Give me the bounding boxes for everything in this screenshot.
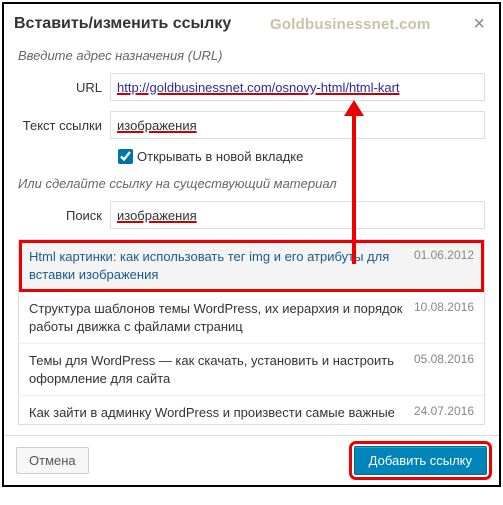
newtab-row: Открывать в новой вкладке bbox=[18, 149, 485, 164]
newtab-label: Открывать в новой вкладке bbox=[137, 149, 303, 164]
existing-hint: Или сделайте ссылку на существующий мате… bbox=[18, 176, 485, 191]
search-results[interactable]: Html картинки: как использовать тег img … bbox=[18, 239, 485, 425]
add-link-button[interactable]: Добавить ссылку bbox=[354, 446, 487, 475]
result-row[interactable]: Темы для WordPress — как скачать, устано… bbox=[19, 344, 484, 396]
link-text-row: Текст ссылки bbox=[18, 111, 485, 139]
result-date: 05.08.2016 bbox=[414, 352, 474, 387]
result-date: 24.07.2016 bbox=[414, 404, 474, 425]
dialog-footer: Отмена Добавить ссылку bbox=[4, 435, 499, 485]
result-row[interactable]: Структура шаблонов темы WordPress, их ие… bbox=[19, 292, 484, 344]
url-label: URL bbox=[18, 80, 110, 95]
result-title: Темы для WordPress — как скачать, устано… bbox=[29, 352, 404, 387]
search-row: Поиск bbox=[18, 201, 485, 229]
result-row[interactable]: Html картинки: как использовать тег img … bbox=[19, 240, 484, 292]
url-row: URL bbox=[18, 73, 485, 101]
newtab-checkbox[interactable] bbox=[118, 149, 133, 164]
result-date: 01.06.2012 bbox=[414, 248, 474, 283]
url-hint: Введите адрес назначения (URL) bbox=[18, 48, 485, 63]
link-text-input[interactable] bbox=[110, 111, 485, 139]
cancel-button[interactable]: Отмена bbox=[16, 447, 89, 474]
link-dialog: Вставить/изменить ссылку Goldbusinessnet… bbox=[2, 2, 501, 487]
result-date: 10.08.2016 bbox=[414, 300, 474, 335]
dialog-header: Вставить/изменить ссылку Goldbusinessnet… bbox=[4, 4, 499, 38]
result-title: Как зайти в админку WordPress и произвес… bbox=[29, 404, 404, 425]
result-title: Html картинки: как использовать тег img … bbox=[29, 248, 404, 283]
search-input[interactable] bbox=[110, 201, 485, 229]
search-label: Поиск bbox=[18, 208, 110, 223]
result-row[interactable]: Как зайти в админку WordPress и произвес… bbox=[19, 396, 484, 425]
dialog-title: Вставить/изменить ссылку bbox=[14, 15, 231, 33]
dialog-body: Введите адрес назначения (URL) URL Текст… bbox=[4, 38, 499, 435]
result-title: Структура шаблонов темы WordPress, их ие… bbox=[29, 300, 404, 335]
close-icon[interactable]: × bbox=[469, 14, 489, 34]
link-text-label: Текст ссылки bbox=[18, 118, 110, 133]
brand-watermark: Goldbusinessnet.com bbox=[270, 16, 431, 33]
url-input[interactable] bbox=[110, 73, 485, 101]
